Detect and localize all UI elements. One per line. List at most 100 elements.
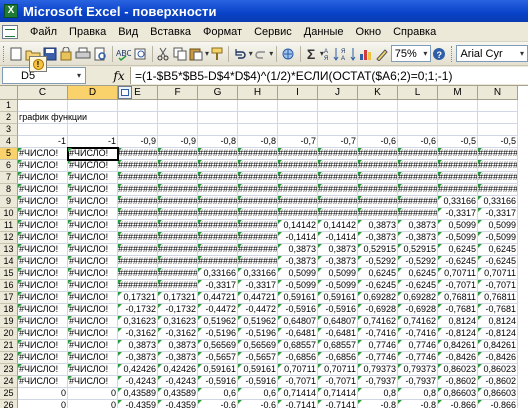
cell-D6[interactable]: #ЧИСЛО! [68, 160, 118, 172]
cell-I16[interactable]: -0,5099 [278, 280, 318, 292]
excel-app-icon[interactable]: X [4, 4, 18, 18]
cell-G22[interactable]: -0,5657 [198, 352, 238, 364]
cell-G17[interactable]: 0,44721 [198, 292, 238, 304]
cell-N5[interactable]: ######## [478, 148, 518, 160]
cell-E2[interactable] [118, 112, 158, 124]
redo-icon[interactable] [253, 45, 268, 63]
cell-N12[interactable]: -0,5099 [478, 232, 518, 244]
column-header[interactable]: M [438, 86, 478, 100]
cell-J16[interactable]: -0,5099 [318, 280, 358, 292]
cell-N22[interactable]: -0,8426 [478, 352, 518, 364]
menu-tools[interactable]: Сервис [248, 26, 298, 38]
autosum-icon[interactable]: Σ [303, 45, 318, 63]
cell-F16[interactable]: ######## [158, 280, 198, 292]
cell-F19[interactable]: 0,31623 [158, 316, 198, 328]
research-icon[interactable] [132, 45, 147, 63]
cell-C19[interactable]: #ЧИСЛО! [18, 316, 68, 328]
cell-G15[interactable]: 0,33166 [198, 268, 238, 280]
cell-L17[interactable]: 0,69282 [398, 292, 438, 304]
cell-F24[interactable]: -0,4243 [158, 376, 198, 388]
cell-M15[interactable]: 0,70711 [438, 268, 478, 280]
cell-I8[interactable]: ######## [278, 184, 318, 196]
cell-J23[interactable]: 0,70711 [318, 364, 358, 376]
row-header[interactable]: 18 [0, 304, 18, 316]
cell-I11[interactable]: 0,14142 [278, 220, 318, 232]
cell-N21[interactable]: 0,84261 [478, 340, 518, 352]
cell-K11[interactable]: 0,3873 [358, 220, 398, 232]
toolbar-grip[interactable] [3, 45, 6, 62]
cell-N18[interactable]: -0,7681 [478, 304, 518, 316]
cell-L20[interactable]: -0,7416 [398, 328, 438, 340]
cell-K24[interactable]: -0,7937 [358, 376, 398, 388]
cell-N8[interactable]: ######## [478, 184, 518, 196]
cell-D12[interactable]: #ЧИСЛО! [68, 232, 118, 244]
cell-H20[interactable]: -0,5196 [238, 328, 278, 340]
column-header[interactable]: J [318, 86, 358, 100]
cell-E4[interactable]: -0,9 [118, 136, 158, 148]
row-header[interactable]: 10 [0, 208, 18, 220]
cell-K15[interactable]: 0,6245 [358, 268, 398, 280]
row-header[interactable]: 13 [0, 244, 18, 256]
cell-L4[interactable]: -0,6 [398, 136, 438, 148]
cell-C10[interactable]: #ЧИСЛО! [18, 208, 68, 220]
cell-C15[interactable]: #ЧИСЛО! [18, 268, 68, 280]
cell-L15[interactable]: 0,6245 [398, 268, 438, 280]
cell-L2[interactable] [398, 112, 438, 124]
row-header[interactable]: 15 [0, 268, 18, 280]
cell-J6[interactable]: ######## [318, 160, 358, 172]
cell-C3[interactable] [18, 124, 68, 136]
cell-N20[interactable]: -0,8124 [478, 328, 518, 340]
cell-G9[interactable]: ######## [198, 196, 238, 208]
cell-L3[interactable] [398, 124, 438, 136]
cell-M6[interactable]: ######## [438, 160, 478, 172]
format-painter-icon[interactable] [209, 45, 224, 63]
cell-H14[interactable]: ######## [238, 256, 278, 268]
column-header[interactable]: I [278, 86, 318, 100]
column-header[interactable]: H [238, 86, 278, 100]
cell-E5[interactable]: ######## [118, 148, 158, 160]
cell-D25[interactable]: 0 [68, 388, 118, 400]
insert-function-icon[interactable]: fx [108, 69, 130, 83]
cell-M22[interactable]: -0,8426 [438, 352, 478, 364]
error-smart-tag-icon[interactable]: ! [29, 56, 47, 72]
cell-I25[interactable]: 0,71414 [278, 388, 318, 400]
cell-N11[interactable]: 0,5099 [478, 220, 518, 232]
cell-E20[interactable]: -0,3162 [118, 328, 158, 340]
cell-M16[interactable]: -0,7071 [438, 280, 478, 292]
cell-N10[interactable]: -0,3317 [478, 208, 518, 220]
menu-window[interactable]: Окно [350, 26, 388, 38]
cell-J3[interactable] [318, 124, 358, 136]
formula-input[interactable]: =(1-$B5*$B5-D$4*D$4)^(1/2)*ЕСЛИ(ОСТАТ($A… [130, 67, 528, 84]
cell-I24[interactable]: -0,7071 [278, 376, 318, 388]
cell-N3[interactable] [478, 124, 518, 136]
cell-H7[interactable]: ######## [238, 172, 278, 184]
cell-K8[interactable]: ######## [358, 184, 398, 196]
cell-F14[interactable]: ######## [158, 256, 198, 268]
cell-H24[interactable]: -0,5916 [238, 376, 278, 388]
row-header[interactable]: 2 [0, 112, 18, 124]
cell-F3[interactable] [158, 124, 198, 136]
cell-G24[interactable]: -0,5916 [198, 376, 238, 388]
cell-D9[interactable]: #ЧИСЛО! [68, 196, 118, 208]
cell-M21[interactable]: 0,84261 [438, 340, 478, 352]
cell-E25[interactable]: 0,43589 [118, 388, 158, 400]
cell-K4[interactable]: -0,6 [358, 136, 398, 148]
cell-E7[interactable]: ######## [118, 172, 158, 184]
cell-E16[interactable]: ######## [118, 280, 158, 292]
cell-J2[interactable] [318, 112, 358, 124]
cell-E10[interactable]: ######## [118, 208, 158, 220]
cell-H19[interactable]: 0,51962 [238, 316, 278, 328]
cell-M17[interactable]: 0,76811 [438, 292, 478, 304]
worksheet-grid[interactable]: C D E F G H I J K L M N 1 2 график функции 3 4 -1 -1 -0,9 -0… [0, 86, 528, 408]
help-icon[interactable]: ? [431, 45, 446, 63]
cell-I2[interactable] [278, 112, 318, 124]
cell-K13[interactable]: 0,52915 [358, 244, 398, 256]
cell-F15[interactable]: ######## [158, 268, 198, 280]
cell-C6[interactable]: #ЧИСЛО! [18, 160, 68, 172]
cell-M2[interactable] [438, 112, 478, 124]
column-header[interactable]: F [158, 86, 198, 100]
cell-K19[interactable]: 0,74162 [358, 316, 398, 328]
cell-D11[interactable]: #ЧИСЛО! [68, 220, 118, 232]
cell-D15[interactable]: #ЧИСЛО! [68, 268, 118, 280]
redo-dropdown-icon[interactable]: ▾ [269, 49, 273, 58]
